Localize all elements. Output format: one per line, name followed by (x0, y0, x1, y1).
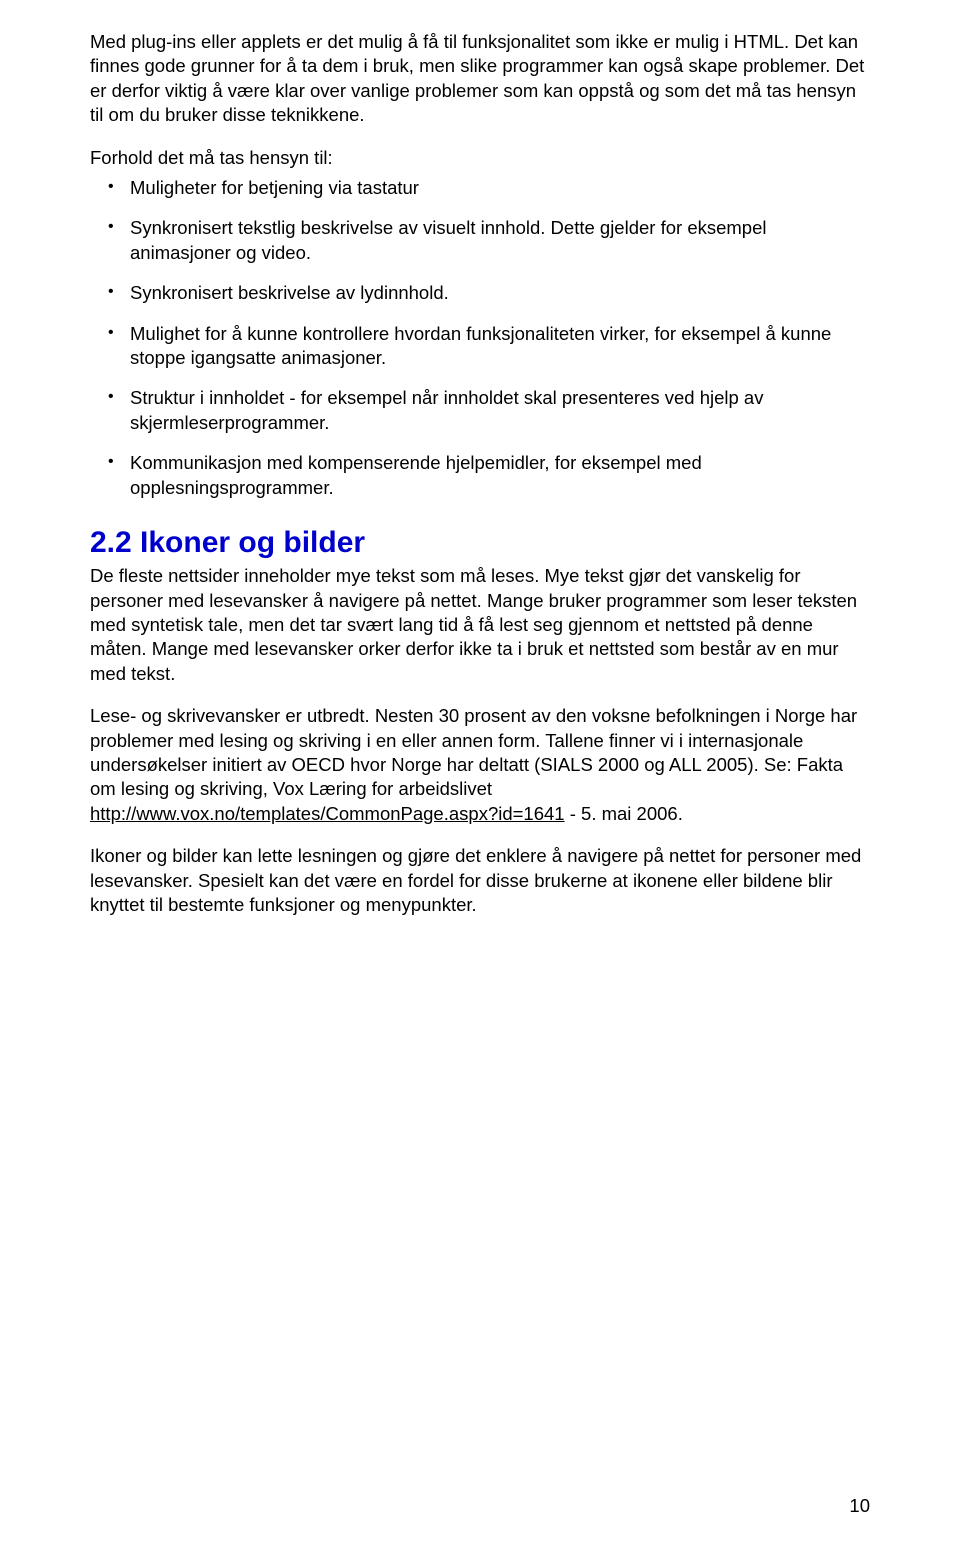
list-item: Synkronisert tekstlig beskrivelse av vis… (90, 216, 870, 265)
section-paragraph-2: Lese- og skrivevansker er utbredt. Neste… (90, 704, 870, 826)
list-item: Mulighet for å kunne kontrollere hvordan… (90, 322, 870, 371)
section-p2-post: - 5. mai 2006. (565, 803, 683, 824)
page-number: 10 (849, 1495, 870, 1517)
list-item: Struktur i innholdet - for eksempel når … (90, 386, 870, 435)
section-paragraph-3: Ikoner og bilder kan lette lesningen og … (90, 844, 870, 917)
list-item: Synkronisert beskrivelse av lydinnhold. (90, 281, 870, 305)
section-paragraph-1: De fleste nettsider inneholder mye tekst… (90, 564, 870, 686)
considerations-list: Muligheter for betjening via tastatur Sy… (90, 176, 870, 500)
section-heading: 2.2 Ikoner og bilder (90, 526, 870, 560)
intro-paragraph-1: Med plug-ins eller applets er det mulig … (90, 30, 870, 128)
intro-paragraph-2: Forhold det må tas hensyn til: (90, 146, 870, 170)
section-p2-pre: Lese- og skrivevansker er utbredt. Neste… (90, 705, 857, 799)
reference-link[interactable]: http://www.vox.no/templates/CommonPage.a… (90, 803, 565, 824)
list-item: Kommunikasjon med kompenserende hjelpemi… (90, 451, 870, 500)
list-item: Muligheter for betjening via tastatur (90, 176, 870, 200)
